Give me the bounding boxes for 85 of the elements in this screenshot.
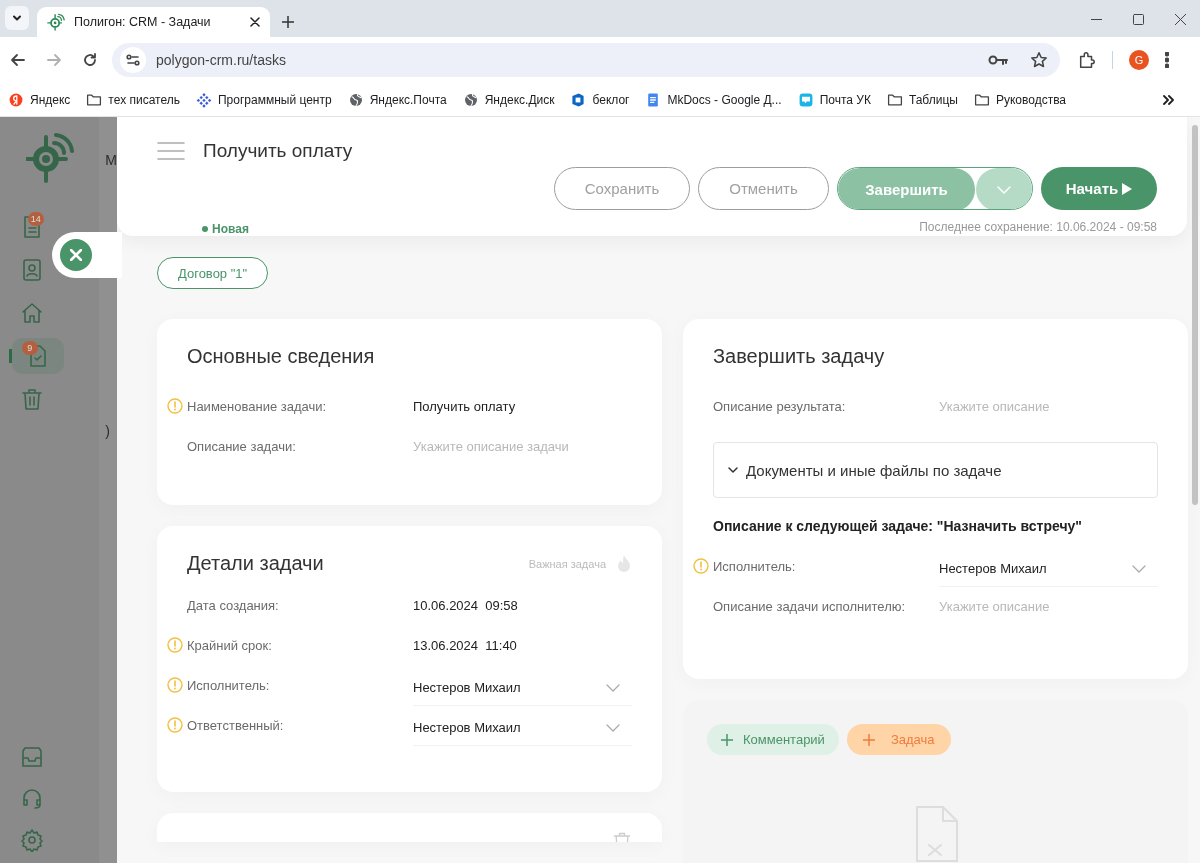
description-field[interactable]: Укажите описание: [939, 398, 1149, 414]
chevron-down-icon: [997, 185, 1011, 194]
bookmark[interactable]: беклог: [570, 91, 630, 108]
description-field[interactable]: Укажите описание задачи: [413, 438, 623, 454]
globe-icon: [347, 91, 364, 108]
close-icon[interactable]: [1175, 14, 1186, 25]
home-icon: [19, 301, 44, 325]
card-title: Завершить задачу: [713, 345, 886, 368]
field-label: Исполнитель:: [713, 558, 797, 574]
plus-icon: [862, 733, 875, 746]
close-icon: [70, 249, 82, 261]
field-label: Крайний срок:: [187, 637, 273, 653]
trash-icon: [19, 387, 44, 411]
field-label: Ответственный:: [187, 717, 285, 733]
count-badge: 14: [27, 212, 44, 226]
browser-tab[interactable]: Полигон: CRM - Задачи: [37, 7, 270, 37]
back-arrow-icon[interactable]: [10, 52, 26, 68]
card-title: Основные сведения: [187, 345, 376, 368]
globe-icon: [462, 91, 479, 108]
bookmark[interactable]: Почта УК: [797, 91, 871, 108]
double-chevron-icon[interactable]: [1162, 93, 1174, 106]
background-text: М: [105, 152, 117, 168]
chat-bubble-icon: [797, 91, 814, 108]
url-text: polygon-crm.ru/tasks: [156, 52, 287, 68]
contract-link[interactable]: Договор "1": [157, 257, 269, 289]
scrollbar-thumb[interactable]: [1192, 125, 1198, 505]
profile-avatar[interactable]: G: [1129, 50, 1149, 70]
maximize-icon[interactable]: [1133, 14, 1144, 25]
task-title: Получить оплату: [203, 140, 353, 162]
chevron-down-icon: [606, 683, 620, 692]
tab-list-button[interactable]: [5, 6, 29, 30]
card-title: Детали задачи: [187, 552, 324, 575]
count-badge: 9: [21, 341, 38, 355]
chevron-down-icon: [606, 723, 620, 732]
field-value: 10.06.2024 09:58: [413, 597, 518, 613]
field-label: Описание задачи исполнителю:: [713, 598, 907, 614]
select-field[interactable]: Нестеров Михаил: [939, 551, 1158, 587]
bookmark[interactable]: тех писатель: [86, 91, 180, 108]
select-field[interactable]: Нестеров Михаил: [413, 710, 632, 746]
diamond-grid-icon: [195, 91, 212, 108]
description-field[interactable]: Укажите описание: [939, 598, 1149, 614]
star-icon[interactable]: [1030, 51, 1048, 69]
field-value: Получить оплату: [413, 398, 516, 414]
field-label: Дата создания:: [187, 597, 280, 613]
address-bar[interactable]: polygon-crm.ru/tasks: [112, 43, 1060, 77]
crosshair-logo-icon: [47, 13, 65, 31]
sidebar-item[interactable]: 14: [17, 209, 46, 245]
puzzle-icon[interactable]: [1078, 51, 1096, 69]
flame-icon: [616, 553, 632, 574]
section-heading: Описание к следующей задаче: "Назначить встречу": [713, 518, 1083, 534]
chevron-down-icon: [728, 467, 738, 473]
bookmark[interactable]: Яндекс.Почта: [347, 91, 447, 108]
field-value: 13.06.2024 11:40: [413, 637, 517, 653]
field-label: Исполнитель:: [187, 677, 271, 693]
tab-title: Полигон: CRM - Задачи: [74, 15, 212, 29]
select-field[interactable]: Нестеров Михаил: [413, 670, 632, 706]
close-icon[interactable]: [250, 17, 260, 27]
background-text: ): [105, 423, 111, 439]
inbox-icon: [19, 746, 44, 770]
bookmark[interactable]: Яндекс.Диск: [462, 91, 555, 108]
last-saved-text: Последнее сохранение: 10.06.2024 - 09:58: [919, 220, 1157, 234]
chevron-down-icon: [1132, 564, 1146, 573]
field-label: Наименование задачи:: [187, 398, 328, 414]
reload-icon[interactable]: [82, 52, 98, 68]
field-label: Описание результата:: [713, 398, 847, 414]
more-menu-icon[interactable]: [1165, 52, 1169, 68]
field-label: Описание задачи:: [187, 438, 297, 454]
settings-icon: [19, 828, 44, 852]
key-icon[interactable]: [988, 54, 1008, 66]
bookmark[interactable]: Яндекс: [8, 91, 71, 108]
plus-icon: [721, 733, 733, 746]
site-settings-icon[interactable]: [125, 52, 141, 68]
yandex-logo-icon: [8, 91, 24, 108]
sidebar-item[interactable]: 9: [11, 338, 64, 374]
documents-section[interactable]: Документы и иные файлы по задаче: [713, 442, 1158, 498]
start-button[interactable]: Начать: [1041, 167, 1157, 210]
close-button[interactable]: [60, 239, 92, 271]
plus-icon[interactable]: [282, 16, 294, 28]
bookmark[interactable]: MkDocs - Google Д...: [645, 91, 782, 108]
bookmark[interactable]: Руководства: [973, 91, 1067, 108]
cloud-board-icon: [570, 91, 587, 108]
bookmark[interactable]: Программный центр: [195, 91, 332, 108]
play-icon: [1122, 182, 1133, 195]
status-label: Новая: [202, 222, 353, 236]
bookmark[interactable]: Таблицы: [886, 91, 958, 108]
